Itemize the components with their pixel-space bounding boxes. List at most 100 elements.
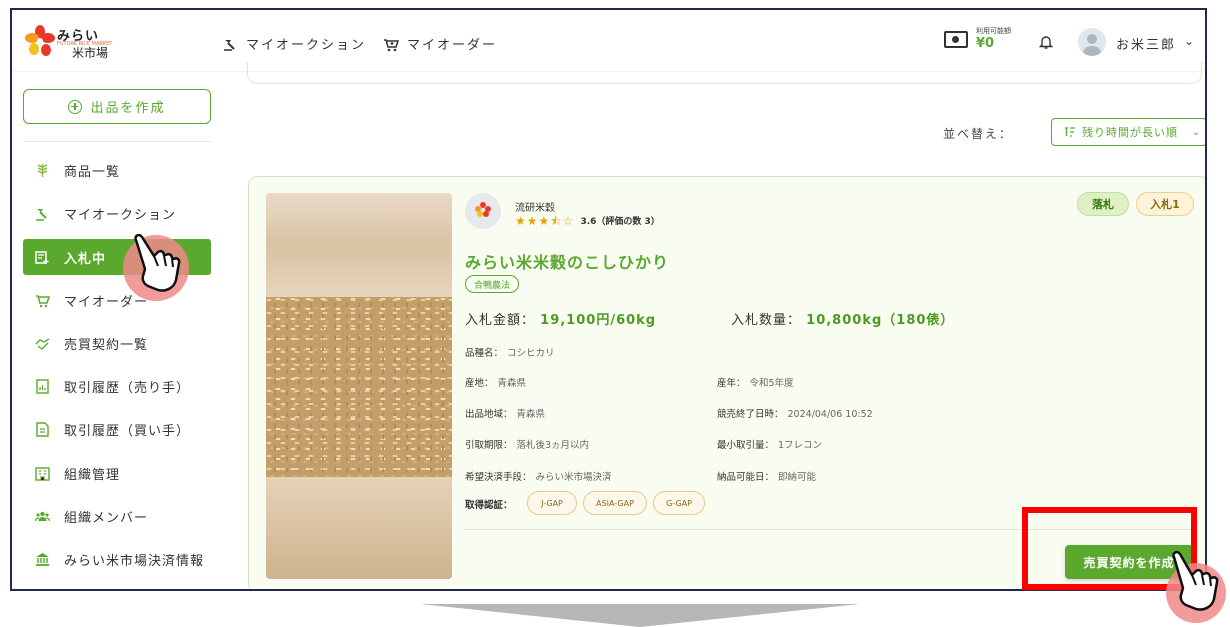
delivery-date: 納品可能日： 即納可能 [717,469,816,483]
logo-flower-icon [25,25,55,56]
seller-rating: ★ ★ ★ ⯪ ☆ 3.6（評価の数 3） [515,213,660,228]
seller-avatar[interactable] [465,193,501,229]
image-blur-bottom [266,477,452,579]
sort-label: 並べ替え： [943,127,1014,141]
bid-amount-value: 19,100円/60kg [540,313,657,328]
star-full-icon: ★ [526,213,538,228]
star-full-icon: ★ [515,213,526,228]
sidebar-item-payment-info[interactable]: みらい米市場決済情報 [23,541,211,577]
sidebar-item-contracts[interactable]: 売買契約一覧 [23,325,211,361]
members-icon [35,511,50,521]
cert-chip: ASIA-GAP [583,491,647,515]
delivery-date-value: 即納可能 [778,472,817,483]
sort-icon [1065,127,1075,137]
nav-my-order[interactable]: マイオーダー [383,34,497,53]
star-empty-icon: ☆ [562,213,574,228]
bid-amount: 入札金額： 19,100円/60kg [465,309,656,328]
create-listing-label: 出品を作成 [90,101,166,116]
image-blur-top [266,193,452,297]
divider [23,141,211,142]
harvest-year-label: 産年： [717,378,746,389]
status-badge-bids: 入札1 [1136,192,1194,216]
sidebar-item-organization[interactable]: 組織管理 [23,455,211,491]
harvest-year: 産年： 令和5年度 [717,375,794,389]
nav-my-auction[interactable]: マイオークション [222,34,366,53]
pickup-deadline-value: 落札後3ヵ月以内 [516,440,590,451]
harvest-year-value: 令和5年度 [749,378,794,389]
cart-plus-icon [384,38,399,51]
sort-value: 残り時間が長い順 [1082,126,1178,139]
origin: 産地： 青森県 [465,375,526,389]
cart-plus-icon [36,294,50,307]
wallet-label: 利用可能額 [976,27,1011,35]
sidebar-item-label: 入札中 [64,251,107,267]
nav-my-order-label: マイオーダー [407,38,498,53]
product-image[interactable] [266,193,452,579]
variety-value: コシヒカリ [507,348,555,359]
product-title[interactable]: みらい米米穀のこしひかり [465,249,669,273]
building-icon [35,466,50,481]
pointing-hand-icon [123,233,189,301]
payment-method-value: みらい米市場決済 [535,472,612,483]
sidebar-item-buyer-history[interactable]: 取引履歴（買い手） [23,411,211,447]
plus-circle-icon [68,99,83,114]
bid-amount-label: 入札金額： [465,313,536,328]
create-listing-button[interactable]: 出品を作成 [23,89,211,124]
sidebar-item-seller-history[interactable]: 取引履歴（売り手） [23,368,211,404]
sidebar-item-label: マイオークション [64,207,177,223]
down-arrow-icon [420,604,860,627]
auction-end: 競売終了日時： 2024/04/06 10:52 [717,406,873,420]
logo-text-market: 米市場 [72,46,109,60]
auction-end-value: 2024/04/06 10:52 [787,409,873,420]
variety-label: 品種名： [465,348,504,359]
nav-my-auction-label: マイオークション [246,38,367,53]
pointing-hand-icon [1166,550,1226,623]
min-quantity: 最小取引量： 1フレコン [717,437,822,451]
user-name[interactable]: お米三郎 [1116,34,1176,53]
min-quantity-label: 最小取引量： [717,440,775,451]
sidebar-item-label: 売買契約一覧 [64,337,149,353]
status-badge-won: 落札 [1077,192,1129,216]
pickup-deadline: 引取期限： 落札後3ヵ月以内 [465,437,589,451]
previous-card-edge [247,62,1202,84]
listing-region-value: 青森県 [516,409,546,420]
auction-end-label: 競売終了日時： [717,409,784,420]
star-half-icon: ⯪ [550,213,562,228]
avatar[interactable] [1078,28,1106,56]
sidebar-item-members[interactable]: 組織メンバー [23,498,211,534]
bid-quantity: 入札数量： 10,800kg（180俵） [731,309,954,328]
farming-method-tag: 合鴨農法 [465,275,520,293]
document-icon [36,421,49,437]
rice-plant-icon [37,163,48,177]
document-chart-icon [36,378,49,394]
cert-chip: J-GAP [527,491,577,515]
seller-name[interactable]: 流研米穀 [515,199,555,214]
seller-logo-icon [475,202,491,217]
chevron-down-icon[interactable]: ⌄ [1184,34,1194,48]
bank-icon [36,552,49,566]
rating-text: 3.6（評価の数 3） [580,217,660,227]
handshake-icon [35,337,50,350]
listing-region-label: 出品地域： [465,409,513,420]
rice-grains-image [266,297,452,477]
min-quantity-value: 1フレコン [778,440,823,451]
delivery-date-label: 納品可能日： [717,472,775,483]
sort-select[interactable]: 残り時間が長い順 ⌄ [1051,118,1205,146]
star-full-icon: ★ [538,213,550,228]
variety: 品種名： コシヒカリ [465,345,555,359]
logo[interactable]: みらい FUTURE RICE MARKET 米市場 [24,24,134,60]
wallet-icon [944,30,968,48]
sidebar-item-products[interactable]: 商品一覧 [23,152,211,188]
sidebar-item-label: みらい米市場決済情報 [64,553,205,569]
sidebar-item-label: 組織管理 [64,467,121,483]
payment-method-label: 希望決済手段： [465,472,532,483]
sidebar-item-label: 取引履歴（売り手） [64,380,191,396]
wallet-balance[interactable]: 利用可能額 ¥0 [944,28,1011,50]
chevron-down-icon: ⌄ [1192,126,1202,138]
certification-label: 取得認証： [465,500,513,511]
sidebar-item-label: 取引履歴（買い手） [64,423,191,439]
wallet-amount: ¥0 [976,36,995,51]
bid-quantity-label: 入札数量： [731,313,802,328]
bid-quantity-value: 10,800kg（180俵） [806,313,955,328]
bell-icon[interactable] [1039,34,1053,50]
